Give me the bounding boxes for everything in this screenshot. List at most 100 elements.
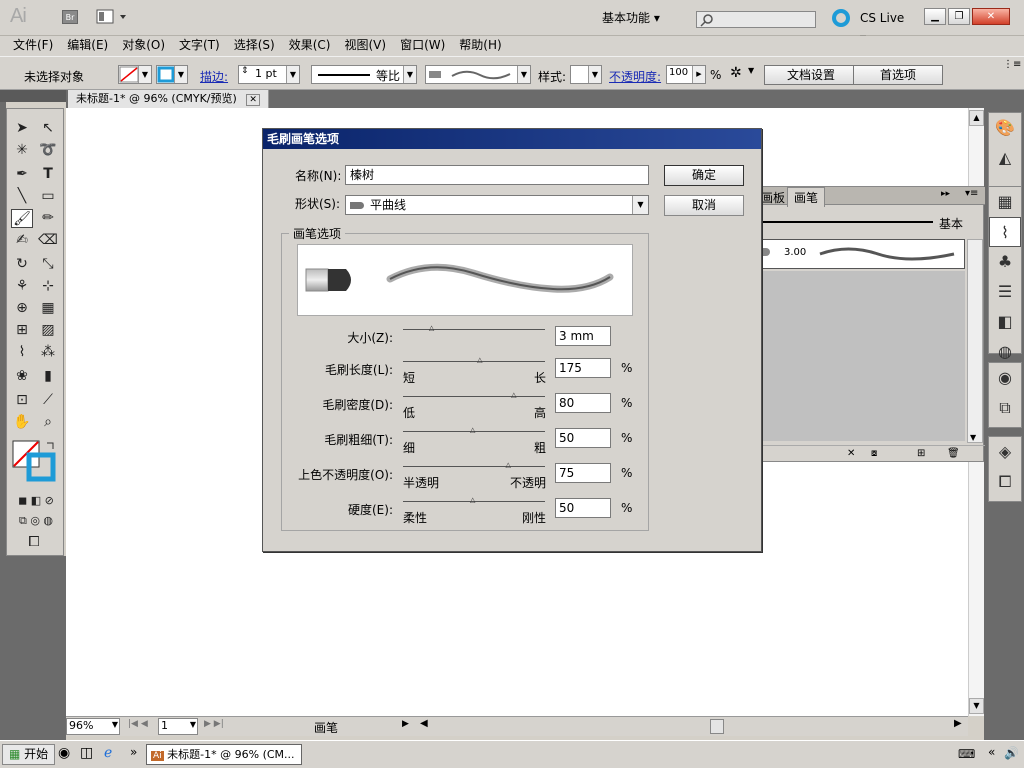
stroke-weight-input[interactable]: ⇕ 1 pt ▼	[238, 65, 300, 84]
panel-menu-icon[interactable]: ▾≡	[965, 188, 978, 199]
magic-wand-tool-icon[interactable]: ✳	[11, 141, 33, 160]
menu-file[interactable]: 文件(F)	[8, 36, 58, 56]
stroke-label[interactable]: 描边:	[200, 68, 228, 85]
ok-button[interactable]: 确定	[664, 165, 744, 186]
internet-explorer-icon[interactable]: ℯ	[104, 745, 112, 761]
graphic-styles-icon[interactable]: ⧉	[989, 393, 1021, 423]
bristle-thickness-input[interactable]: 50	[555, 428, 611, 448]
eyedropper-tool-icon[interactable]: ⌇	[11, 343, 33, 362]
zoom-select[interactable]: 96% ▼	[66, 718, 120, 735]
bristle-thickness-slider[interactable]: △	[403, 427, 545, 434]
scale-tool-icon[interactable]: ⤡	[37, 255, 59, 274]
bristle-thickness-slider-thumb[interactable]: △	[470, 427, 478, 434]
brush-options-icon[interactable]: ⧇	[871, 448, 877, 459]
line-tool-icon[interactable]: ╲	[11, 187, 33, 206]
selection-tool-icon[interactable]: ➤	[11, 119, 33, 138]
arrange-documents-button[interactable]	[96, 9, 130, 25]
gradient-panel-icon[interactable]: ◧	[989, 307, 1021, 337]
paint-opacity-slider-thumb[interactable]: △	[506, 462, 514, 469]
remove-stroke-icon[interactable]: ✕	[847, 448, 855, 459]
brushes-panel-icon[interactable]: ⌇	[989, 217, 1021, 247]
menu-select[interactable]: 选择(S)	[229, 36, 280, 56]
zoom-tool-icon[interactable]: ⌕	[37, 413, 59, 432]
paintbrush-tool-icon[interactable]: 🖌	[11, 209, 33, 228]
taskbar-illustrator-window[interactable]: Ai 未标题-1* @ 96% (CM...	[146, 744, 302, 765]
layers-icon[interactable]: ◈	[989, 437, 1021, 467]
slice-tool-icon[interactable]: ⟋	[37, 391, 59, 410]
stiffness-slider[interactable]: △	[403, 497, 545, 504]
bristle-length-slider[interactable]: △	[403, 357, 545, 364]
fill-swatch[interactable]: ▼	[118, 65, 152, 84]
next-artboard-icon[interactable]: ▶ ▶|	[204, 719, 224, 729]
horizontal-scroll-thumb[interactable]	[710, 719, 724, 734]
bristle-density-slider-thumb[interactable]: △	[511, 392, 519, 399]
tab-brushes[interactable]: 画笔	[787, 187, 826, 207]
tab-artboards[interactable]: 画板	[761, 189, 785, 206]
width-tool-icon[interactable]: ⚘	[11, 277, 33, 296]
eraser-tool-icon[interactable]: ⌫	[37, 231, 59, 250]
stroke-panel-icon[interactable]: ☰	[989, 277, 1021, 307]
paint-opacity-input[interactable]: 75	[555, 463, 611, 483]
column-graph-tool-icon[interactable]: ▮	[37, 367, 59, 386]
color-mode-icon[interactable]: ◼ ◧ ⊘	[9, 491, 63, 510]
gradient-tool-icon[interactable]: ▨	[37, 321, 59, 340]
menu-type[interactable]: 文字(T)	[174, 36, 225, 56]
stroke-swatch[interactable]: ▼	[156, 65, 188, 84]
cs-live-button[interactable]: CS Live ▾	[832, 8, 912, 45]
tray-expand-icon[interactable]: «	[988, 745, 995, 759]
scroll-right-icon[interactable]: ▶	[954, 718, 962, 729]
menu-effect[interactable]: 效果(C)	[284, 36, 336, 56]
stiffness-slider-thumb[interactable]: △	[470, 497, 478, 504]
document-setup-button[interactable]: 文档设置	[764, 65, 858, 85]
volume-icon[interactable]: 🔊	[1004, 746, 1019, 760]
status-menu-icon[interactable]: ▶	[402, 719, 409, 729]
artboards-icon[interactable]: ⧠	[989, 467, 1021, 497]
size-slider[interactable]: △	[403, 325, 545, 332]
shape-select[interactable]: 平曲线 ▼	[345, 195, 649, 215]
close-button[interactable]: ✕	[972, 8, 1010, 25]
scroll-left-icon[interactable]: ◀	[420, 718, 428, 729]
color-panel-icon[interactable]: 🎨	[989, 113, 1021, 143]
opacity-label[interactable]: 不透明度:	[609, 68, 661, 85]
more-quicklaunch-icon[interactable]: »	[130, 745, 137, 759]
opacity-input[interactable]: 100 ▶	[666, 65, 706, 84]
brush-definition[interactable]: ▼	[425, 65, 531, 84]
selected-brush-row[interactable]: 3.00	[761, 239, 965, 269]
perspective-grid-tool-icon[interactable]: ▦	[37, 299, 59, 318]
keyboard-icon[interactable]: ⌨	[958, 747, 975, 761]
search-input[interactable]	[696, 11, 816, 28]
size-slider-thumb[interactable]: △	[429, 325, 437, 332]
preferences-button[interactable]: 首选项	[853, 65, 943, 85]
menu-help[interactable]: 帮助(H)	[454, 36, 506, 56]
bristle-length-slider-thumb[interactable]: △	[477, 357, 485, 364]
blob-brush-tool-icon[interactable]: ✍	[11, 231, 33, 250]
name-field[interactable]: 榛树	[345, 165, 649, 185]
delete-brush-icon[interactable]: 🗑	[947, 448, 960, 459]
stepper-icon[interactable]: ⇕	[241, 66, 249, 76]
symbol-sprayer-tool-icon[interactable]: ❀	[11, 367, 33, 386]
artboard-select[interactable]: 1 ▼	[158, 718, 198, 735]
fill-stroke-icon[interactable]	[11, 439, 59, 485]
shape-builder-tool-icon[interactable]: ⊕	[11, 299, 33, 318]
new-brush-icon[interactable]: ⊞	[917, 448, 925, 459]
rectangle-tool-icon[interactable]: ▭	[37, 187, 59, 206]
free-transform-tool-icon[interactable]: ⊹	[37, 277, 59, 296]
menu-view[interactable]: 视图(V)	[339, 36, 391, 56]
variable-width-profile[interactable]: 等比 ▼	[311, 65, 417, 84]
hand-tool-icon[interactable]: ✋	[11, 413, 33, 432]
menu-window[interactable]: 窗口(W)	[395, 36, 450, 56]
menu-edit[interactable]: 编辑(E)	[62, 36, 113, 56]
appearance-icon[interactable]: ◉	[989, 363, 1021, 393]
size-input[interactable]: 3 mm	[555, 326, 611, 346]
symbols-icon[interactable]: ♣	[989, 247, 1021, 277]
bristle-density-slider[interactable]: △	[403, 392, 545, 399]
restore-button[interactable]: ❐	[948, 8, 970, 25]
chevron-down-icon[interactable]: ▼	[748, 66, 754, 75]
panel-menu-icon[interactable]: ⋮≡	[1003, 59, 1021, 70]
draw-mode-icon[interactable]: ⧉ ◎ ◍	[9, 511, 63, 530]
recolor-artwork-icon[interactable]: ✲	[730, 65, 742, 81]
artboard-tool-icon[interactable]: ⊡	[11, 391, 33, 410]
cancel-button[interactable]: 取消	[664, 195, 744, 216]
bristle-density-input[interactable]: 80	[555, 393, 611, 413]
pen-tool-icon[interactable]: ✒	[11, 165, 33, 184]
